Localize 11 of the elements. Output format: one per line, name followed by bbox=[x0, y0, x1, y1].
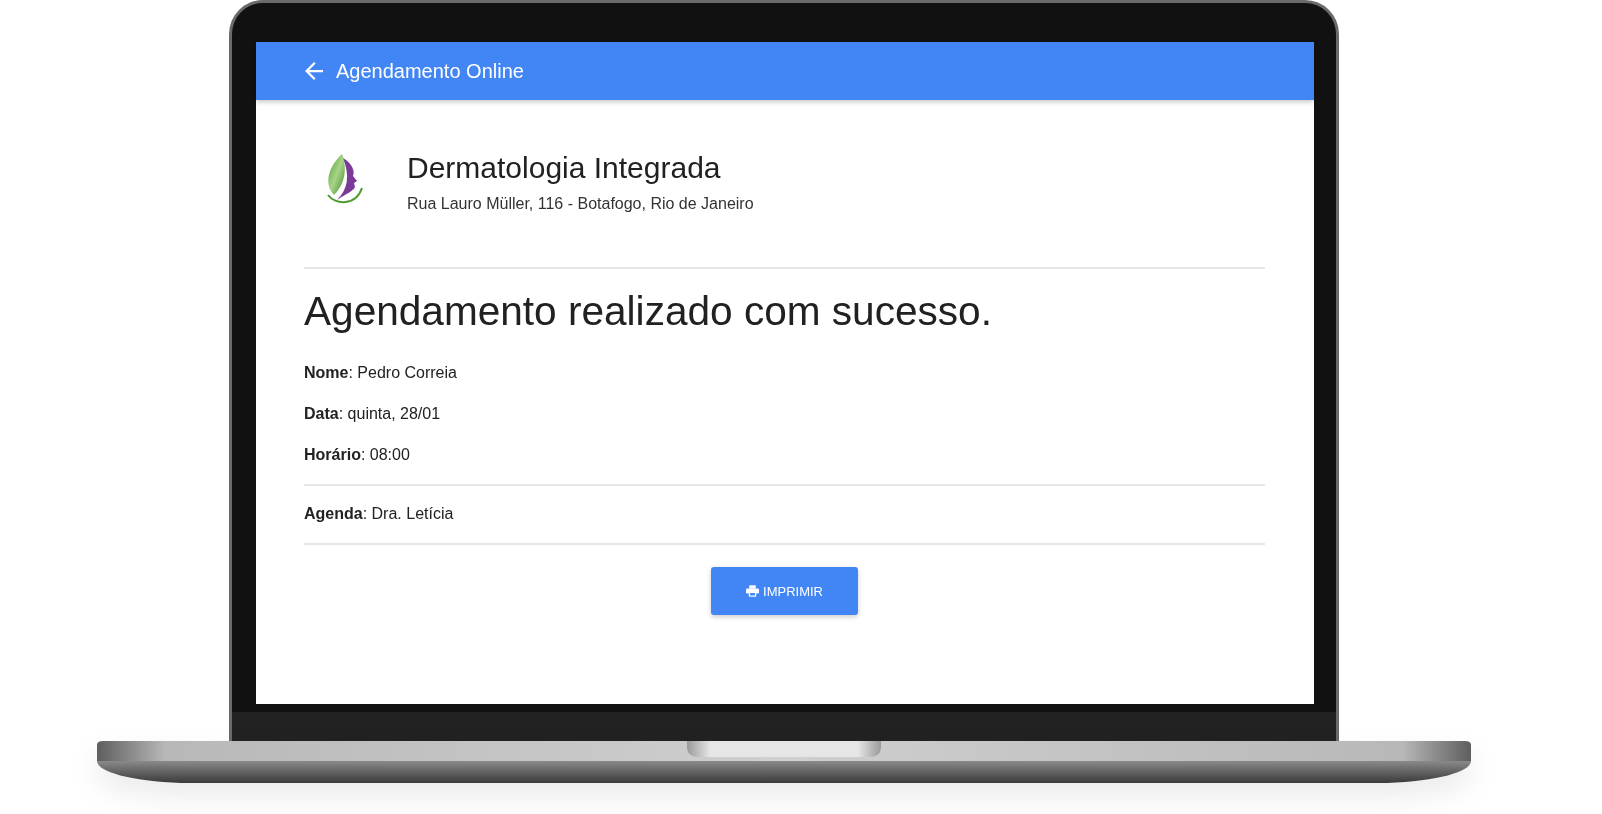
printer-icon bbox=[746, 585, 759, 597]
appointment-detail: Nome: Pedro Correia bbox=[304, 363, 457, 383]
appointment-detail: Horário: 08:00 bbox=[304, 445, 410, 465]
agenda-detail: Agenda: Dra. Letícia bbox=[304, 504, 454, 524]
print-button[interactable]: IMPRIMIR bbox=[711, 567, 858, 615]
clinic-name: Dermatologia Integrada bbox=[407, 151, 722, 185]
app-bar-title: Agendamento Online bbox=[336, 59, 524, 83]
back-arrow-icon[interactable] bbox=[305, 62, 323, 80]
appointment-detail: Data: quinta, 28/01 bbox=[304, 404, 441, 424]
clinic-address: Rua Lauro Müller, 116 - Botafogo, Rio de Janeiro bbox=[407, 194, 754, 214]
confirmation-heading: Agendamento realizado com sucesso. bbox=[304, 287, 992, 335]
